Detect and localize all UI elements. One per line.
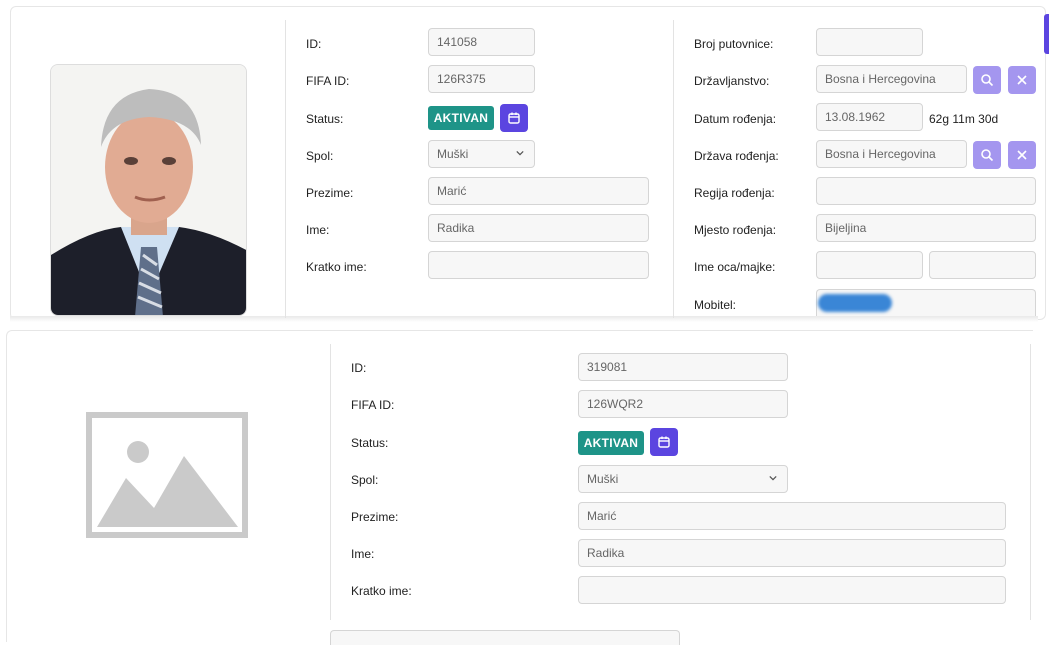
ime-majke-field[interactable] xyxy=(929,251,1036,279)
kratko-ime-field[interactable] xyxy=(428,251,649,279)
mobitel-label: Mobitel: xyxy=(694,298,737,312)
search-icon xyxy=(981,74,994,87)
ime-oca-majke-label: Ime oca/majke: xyxy=(694,260,776,274)
spol-value: Muški xyxy=(587,472,619,486)
calendar-button[interactable] xyxy=(500,104,528,132)
calendar-icon xyxy=(508,112,520,124)
ime-label: Ime: xyxy=(306,223,330,237)
drzava-rodjenja-label: Država rođenja: xyxy=(694,149,779,163)
drzava-rodjenja-field[interactable]: Bosna i Hercegovina xyxy=(816,140,967,168)
drzavljanstvo-clear-button[interactable] xyxy=(1008,66,1036,94)
column-divider xyxy=(1030,344,1031,620)
datum-rodjenja-label: Datum rođenja: xyxy=(694,112,777,126)
chevron-down-icon xyxy=(516,150,524,156)
calendar-button[interactable] xyxy=(650,428,678,456)
status-badge: AKTIVAN xyxy=(578,431,644,455)
kratko-ime-label: Kratko ime: xyxy=(351,584,412,598)
column-divider xyxy=(673,20,674,318)
drzava-rodjenja-clear-button[interactable] xyxy=(1008,141,1036,169)
player-photo xyxy=(50,64,247,316)
prezime-label: Prezime: xyxy=(306,186,354,200)
redacted-phone xyxy=(818,294,892,312)
side-tab[interactable] xyxy=(1044,14,1049,54)
broj-putovnice-field[interactable] xyxy=(816,28,923,56)
drzavljanstvo-search-button[interactable] xyxy=(973,66,1001,94)
spol-select[interactable]: Muški xyxy=(578,465,788,493)
cropped-field[interactable] xyxy=(330,630,680,645)
spol-value: Muški xyxy=(437,147,469,161)
ime-label: Ime: xyxy=(351,547,375,561)
id-field[interactable]: 141058 xyxy=(428,28,535,56)
mjesto-rodjenja-field[interactable]: Bijeljina xyxy=(816,214,1036,242)
regija-rodjenja-field[interactable] xyxy=(816,177,1036,205)
search-icon xyxy=(981,149,994,162)
drzavljanstvo-label: Državljanstvo: xyxy=(694,74,770,88)
ime-field[interactable]: Radika xyxy=(428,214,649,242)
status-label: Status: xyxy=(351,436,389,450)
close-icon xyxy=(1017,150,1027,160)
id-field[interactable]: 319081 xyxy=(578,353,788,381)
spol-select[interactable]: Muški xyxy=(428,140,535,168)
column-divider xyxy=(285,20,286,318)
calendar-icon xyxy=(658,436,670,448)
mjesto-rodjenja-label: Mjesto rođenja: xyxy=(694,223,777,237)
column-divider xyxy=(330,344,331,620)
prezime-field[interactable]: Marić xyxy=(578,502,1006,530)
id-label: ID: xyxy=(306,37,322,51)
age-text: 62g 11m 30d xyxy=(929,112,999,126)
kratko-ime-field[interactable] xyxy=(578,576,1006,604)
ime-oca-field[interactable] xyxy=(816,251,923,279)
chevron-down-icon xyxy=(769,475,777,481)
portrait-image xyxy=(51,65,246,315)
kratko-ime-label: Kratko ime: xyxy=(306,260,367,274)
broj-putovnice-label: Broj putovnice: xyxy=(694,37,774,51)
spol-label: Spol: xyxy=(351,473,379,487)
fifa-id-label: FIFA ID: xyxy=(351,398,395,412)
fifa-id-field[interactable]: 126WQR2 xyxy=(578,390,788,418)
prezime-label: Prezime: xyxy=(351,510,399,524)
fifa-id-field[interactable]: 126R375 xyxy=(428,65,535,93)
spol-label: Spol: xyxy=(306,149,334,163)
status-label: Status: xyxy=(306,112,344,126)
card-shadow xyxy=(10,316,1038,322)
prezime-field[interactable]: Marić xyxy=(428,177,649,205)
image-placeholder-icon xyxy=(86,412,248,538)
close-icon xyxy=(1017,75,1027,85)
datum-rodjenja-field[interactable]: 13.08.1962 xyxy=(816,103,923,131)
id-label: ID: xyxy=(351,361,367,375)
regija-rodjenja-label: Regija rođenja: xyxy=(694,186,775,200)
drzava-rodjenja-search-button[interactable] xyxy=(973,141,1001,169)
drzavljanstvo-field[interactable]: Bosna i Hercegovina xyxy=(816,65,967,93)
status-badge: AKTIVAN xyxy=(428,106,494,130)
ime-field[interactable]: Radika xyxy=(578,539,1006,567)
fifa-id-label: FIFA ID: xyxy=(306,74,350,88)
